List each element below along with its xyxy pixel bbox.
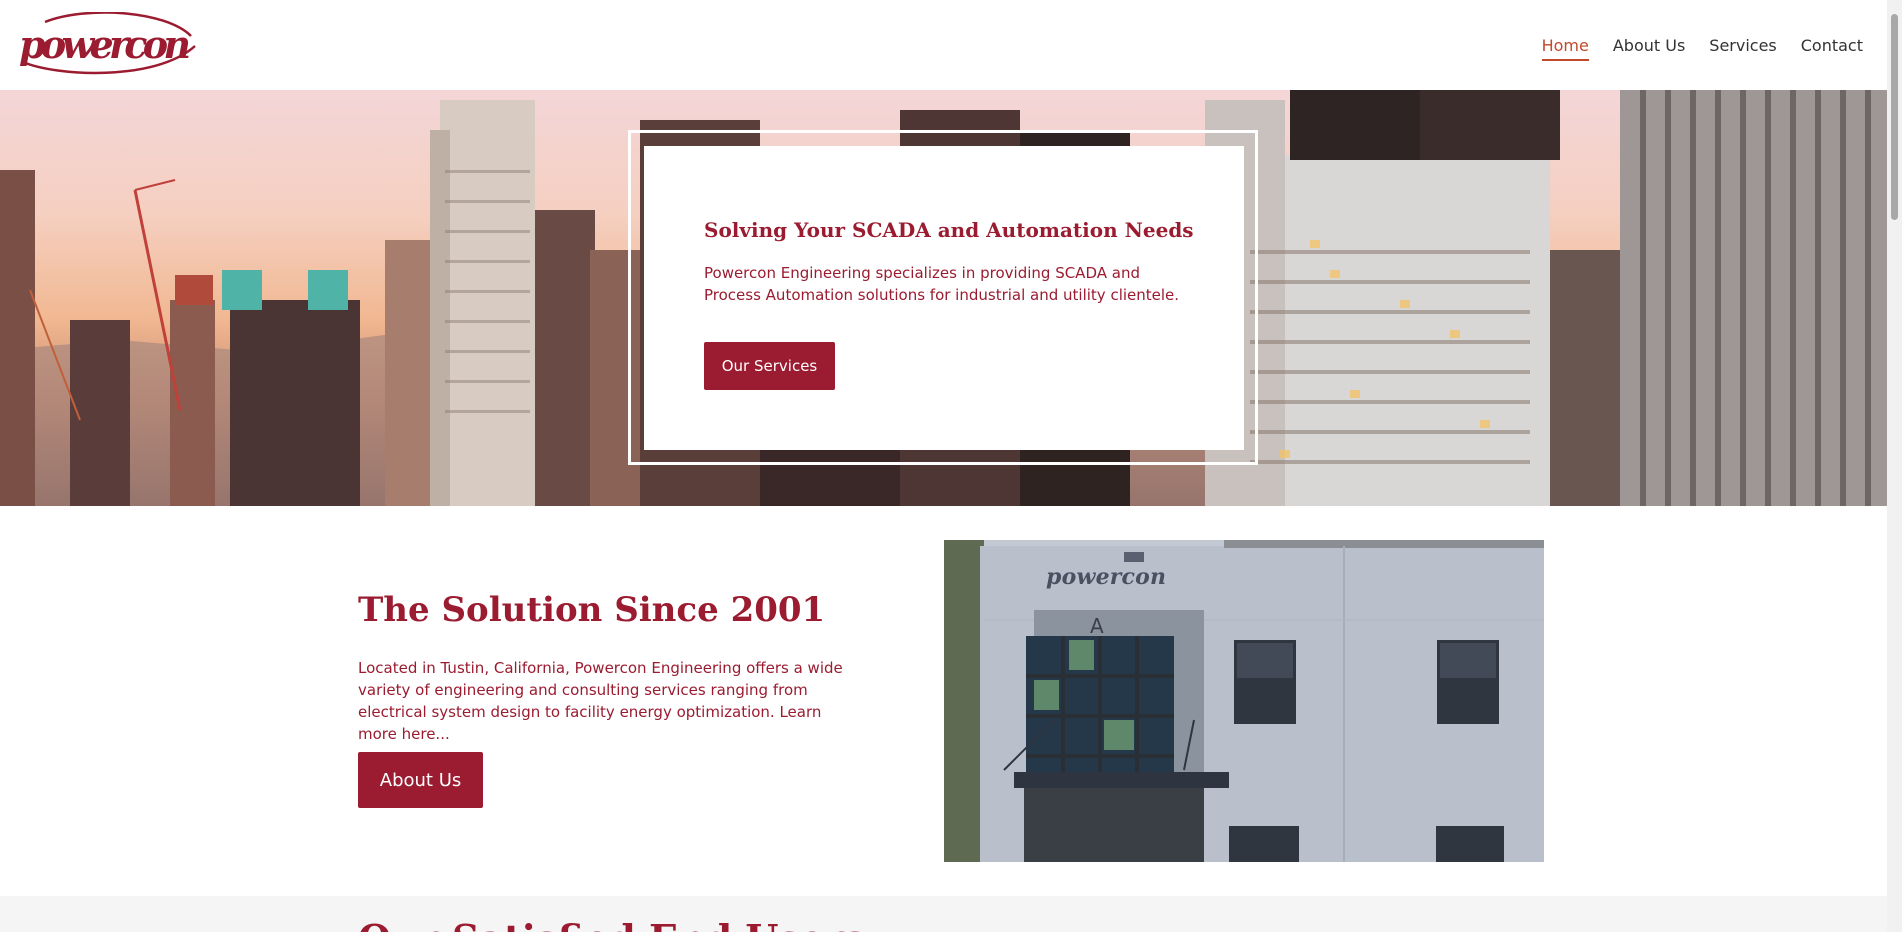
hero-description: Powercon Engineering specializes in prov… (704, 264, 1180, 304)
nav-home[interactable]: Home (1541, 30, 1590, 61)
about-description: Located in Tustin, California, Powercon … (358, 659, 843, 743)
our-services-button[interactable]: Our Services (704, 342, 835, 390)
powercon-logo[interactable]: powercon (15, 11, 200, 78)
hero-section: Solving Your SCADA and Automation Needs … (0, 90, 1887, 506)
svg-text:powercon: powercon (1046, 564, 1166, 590)
scrollbar-thumb[interactable] (1891, 14, 1898, 220)
nav-about-us[interactable]: About Us (1613, 30, 1685, 61)
svg-text:A: A (1090, 614, 1104, 638)
svg-text:powercon: powercon (19, 22, 191, 67)
site-header: powercon Home About Us Services Contact (0, 0, 1887, 90)
powercon-building-image: powercon A (944, 540, 1544, 862)
hero-title: Solving Your SCADA and Automation Needs (704, 218, 1194, 242)
end-users-section: Our Satisfied End Users (0, 896, 1887, 932)
main-nav: Home About Us Services Contact (1541, 0, 1863, 90)
nav-services[interactable]: Services (1709, 30, 1776, 61)
about-title: The Solution Since 2001 (358, 590, 826, 630)
powercon-logo-icon: powercon (19, 11, 196, 75)
end-users-title: Our Satisfied End Users (358, 916, 866, 932)
nav-contact[interactable]: Contact (1801, 30, 1863, 61)
hero-card: Solving Your SCADA and Automation Needs … (644, 146, 1244, 450)
page-scrollbar[interactable] (1887, 0, 1902, 932)
about-us-button[interactable]: About Us (358, 752, 483, 808)
